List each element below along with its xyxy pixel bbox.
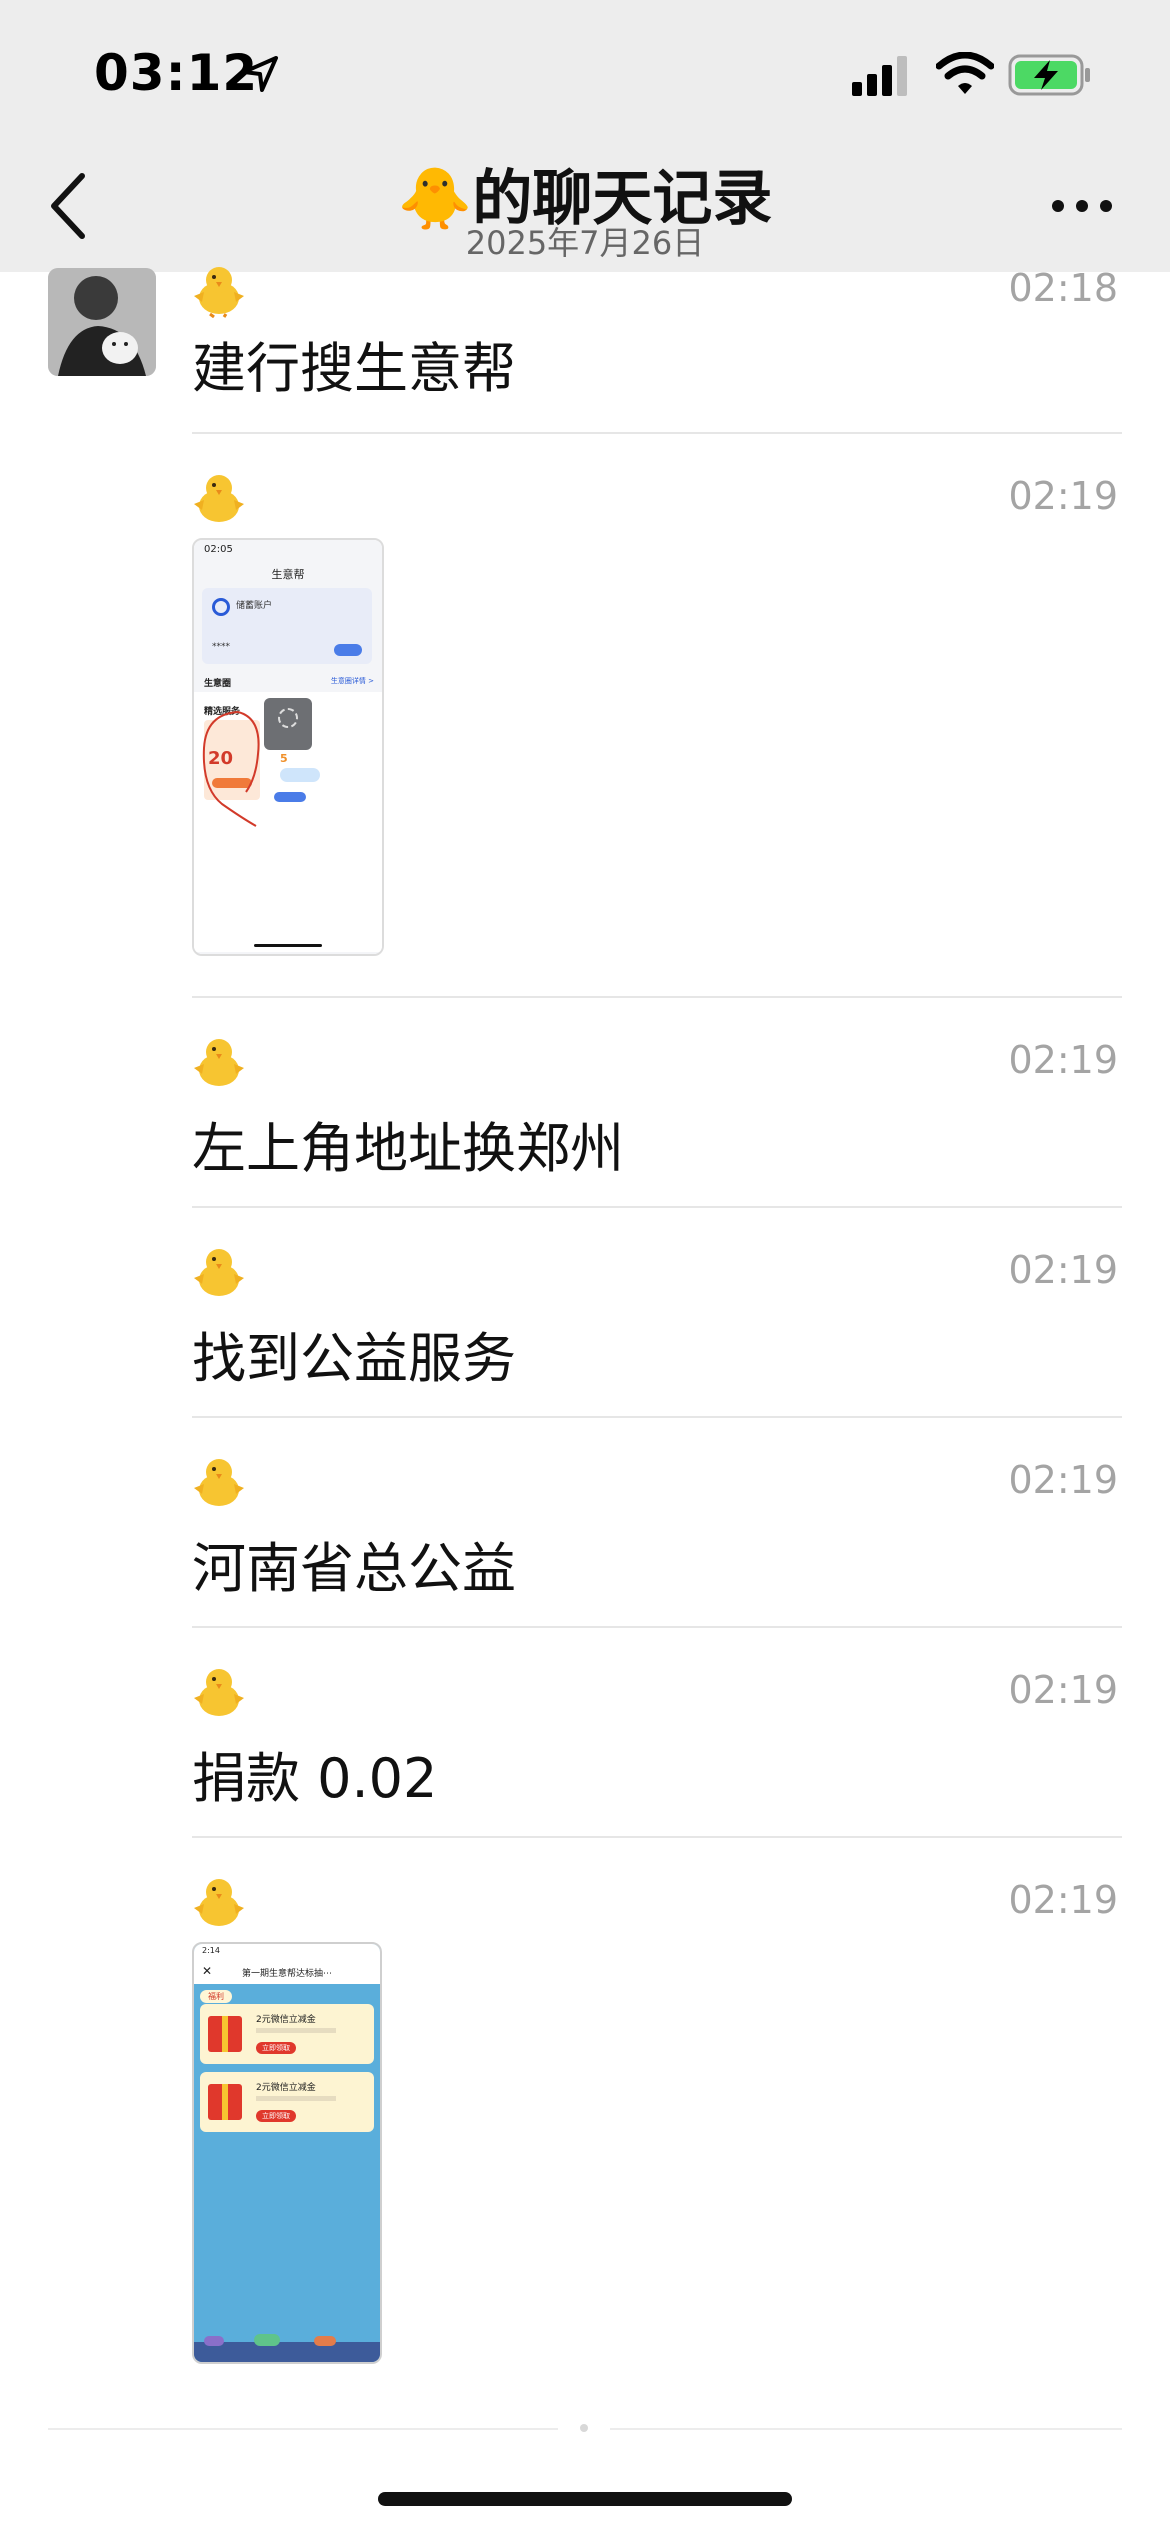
thumbnail-section-link: 生意圈详情 > bbox=[330, 677, 374, 685]
thumbnail-body: 2:14 ✕ 第一期生意帮达标抽⋯ 福利 2元微信立减金 立即领取 2元微信立减… bbox=[194, 1944, 380, 2362]
chat-record-item[interactable]: 02:18 建行搜生意帮 bbox=[192, 262, 1122, 432]
message-text: 河南省总公益 bbox=[192, 1537, 516, 1600]
thumbnail-status-time: 02:05 bbox=[204, 544, 233, 555]
chat-record-item[interactable]: 02:19 找到公益服务 bbox=[192, 1244, 1122, 1414]
screenshot-thumbnail[interactable]: 2:14 ✕ 第一期生意帮达标抽⋯ 福利 2元微信立减金 立即领取 2元微信立减… bbox=[192, 1942, 382, 2364]
ccb-logo-icon bbox=[212, 598, 230, 616]
thumbnail-amount-2: 5 bbox=[280, 752, 288, 765]
chick-avatar-icon bbox=[194, 1459, 244, 1506]
chat-record-item[interactable]: 02:19 捐款 0.02 bbox=[192, 1664, 1122, 1834]
message-time: 02:19 bbox=[1008, 1038, 1118, 1082]
chat-history-date: 2025年7月26日 bbox=[465, 224, 705, 262]
divider bbox=[192, 1416, 1122, 1418]
coupon-button[interactable]: 立即领取 bbox=[256, 2110, 296, 2122]
divider bbox=[192, 996, 1122, 998]
message-time: 02:18 bbox=[1008, 266, 1118, 310]
divider bbox=[192, 1626, 1122, 1628]
message-text: 左上角地址换郑州 bbox=[192, 1117, 624, 1180]
red-circle-annotation bbox=[202, 711, 260, 827]
message-text: 捐款 0.02 bbox=[192, 1747, 438, 1810]
loading-overlay bbox=[264, 698, 312, 750]
chat-record-item[interactable]: 02:19 02:05 生意帮 储蓄账户 **** 生意圈 生意圈详情 > 精选… bbox=[192, 470, 1122, 960]
thumbnail-status-time: 2:14 bbox=[202, 1946, 220, 1955]
coupon-title: 2元微信立减金 bbox=[256, 2015, 316, 2025]
divider bbox=[192, 1836, 1122, 1838]
thumbnail-account: 储蓄账户 bbox=[236, 601, 273, 611]
divider bbox=[192, 432, 1122, 434]
divider bbox=[192, 1206, 1122, 1208]
more-options-icon[interactable] bbox=[1050, 198, 1114, 214]
divider bbox=[610, 2428, 1122, 2430]
status-time: 03:12 bbox=[94, 44, 259, 102]
chick-avatar-icon bbox=[194, 1879, 244, 1926]
coupon-card: 2元微信立减金 立即领取 bbox=[200, 2072, 374, 2132]
thumbnail-account-card: 储蓄账户 **** bbox=[202, 588, 372, 664]
screenshot-thumbnail[interactable]: 02:05 生意帮 储蓄账户 **** 生意圈 生意圈详情 > 精选服务 20 bbox=[192, 538, 384, 956]
cellular-signal-icon bbox=[852, 56, 907, 96]
top-bar: 03:12 🐥的聊天记录 2025年7月26日 bbox=[0, 0, 1170, 272]
thumbnail-section: 生意圈 bbox=[204, 679, 232, 689]
avatar[interactable] bbox=[48, 268, 156, 376]
message-time: 02:19 bbox=[1008, 1248, 1118, 1292]
chat-record-item[interactable]: 02:19 2:14 ✕ 第一期生意帮达标抽⋯ 福利 2元微信立减金 立即领取 … bbox=[192, 1874, 1122, 2364]
chick-avatar-icon bbox=[194, 1039, 244, 1086]
gift-box-icon bbox=[208, 2016, 242, 2052]
thumbnail-body: 02:05 生意帮 储蓄账户 **** 生意圈 生意圈详情 > 精选服务 20 bbox=[194, 540, 382, 954]
wifi-icon bbox=[936, 52, 994, 94]
message-time: 02:19 bbox=[1008, 1458, 1118, 1502]
chick-avatar-icon bbox=[194, 267, 244, 318]
end-dot bbox=[580, 2424, 588, 2432]
battery-charging-icon bbox=[1008, 54, 1090, 96]
chick-avatar-icon bbox=[194, 1669, 244, 1716]
thumbnail-title: 第一期生意帮达标抽⋯ bbox=[241, 1969, 332, 1979]
chick-avatar-icon bbox=[194, 1249, 244, 1296]
divider bbox=[48, 2428, 558, 2430]
thumbnail-tag: 福利 bbox=[200, 1990, 232, 2003]
gift-box-icon bbox=[208, 2084, 242, 2120]
coupon-card: 2元微信立减金 立即领取 bbox=[200, 2004, 374, 2064]
message-time: 02:19 bbox=[1008, 1878, 1118, 1922]
message-time: 02:19 bbox=[1008, 474, 1118, 518]
chick-avatar-icon bbox=[194, 475, 244, 522]
thumbnail-title: 生意帮 bbox=[271, 568, 305, 581]
message-text: 找到公益服务 bbox=[192, 1327, 516, 1390]
coupon-button[interactable]: 立即领取 bbox=[256, 2042, 296, 2054]
message-text: 建行搜生意帮 bbox=[192, 337, 516, 400]
home-indicator[interactable] bbox=[378, 2492, 792, 2506]
coupon-title: 2元微信立减金 bbox=[256, 2083, 316, 2093]
chat-record-item[interactable]: 02:19 河南省总公益 bbox=[192, 1454, 1122, 1624]
location-arrow-icon bbox=[242, 56, 278, 92]
chat-record-item[interactable]: 02:19 左上角地址换郑州 bbox=[192, 1034, 1122, 1204]
message-time: 02:19 bbox=[1008, 1668, 1118, 1712]
